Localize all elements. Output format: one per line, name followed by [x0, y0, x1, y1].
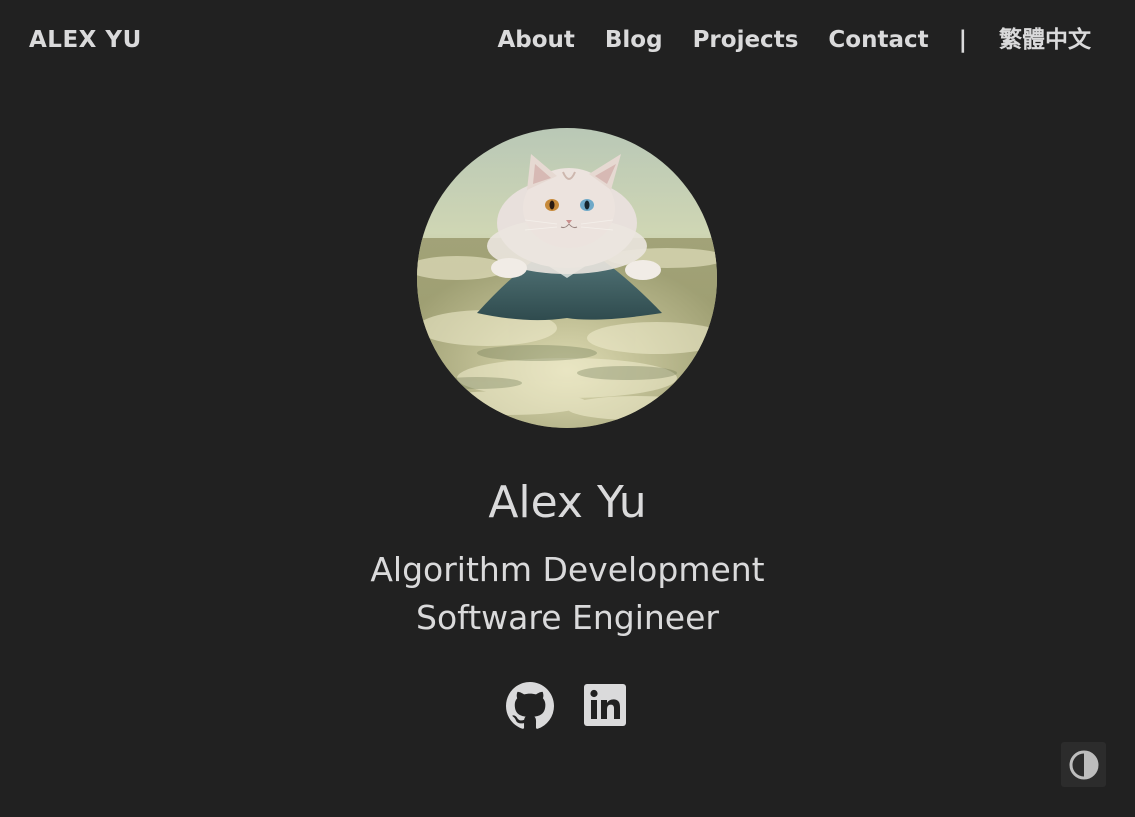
nav-blog[interactable]: Blog [605, 24, 663, 56]
subtitle-line-1: Algorithm Development [370, 550, 765, 589]
nav-projects[interactable]: Projects [693, 24, 799, 56]
github-icon [505, 682, 554, 729]
nav-language-switch[interactable]: 繁體中文 [999, 24, 1091, 56]
github-link[interactable] [505, 682, 554, 730]
linkedin-icon [583, 684, 626, 726]
profile-avatar [417, 128, 717, 428]
subtitle-line-2: Software Engineer [416, 598, 719, 637]
contrast-icon [1069, 750, 1098, 779]
nav-separator: | [958, 27, 967, 53]
theme-toggle-button[interactable] [1061, 742, 1106, 787]
nav-contact[interactable]: Contact [828, 24, 928, 56]
profile-name: Alex Yu [488, 477, 647, 528]
nav-about[interactable]: About [497, 24, 574, 56]
site-header: ALEX YU About Blog Projects Contact | 繁體… [0, 0, 1135, 80]
main-nav: About Blog Projects Contact | 繁體中文 [497, 24, 1091, 56]
brand-link[interactable]: ALEX YU [29, 24, 142, 56]
linkedin-link[interactable] [582, 682, 630, 730]
social-links [0, 682, 1135, 730]
profile-subtitle: Algorithm Development Software Engineer [0, 546, 1135, 642]
cat-avatar-image [417, 128, 717, 428]
